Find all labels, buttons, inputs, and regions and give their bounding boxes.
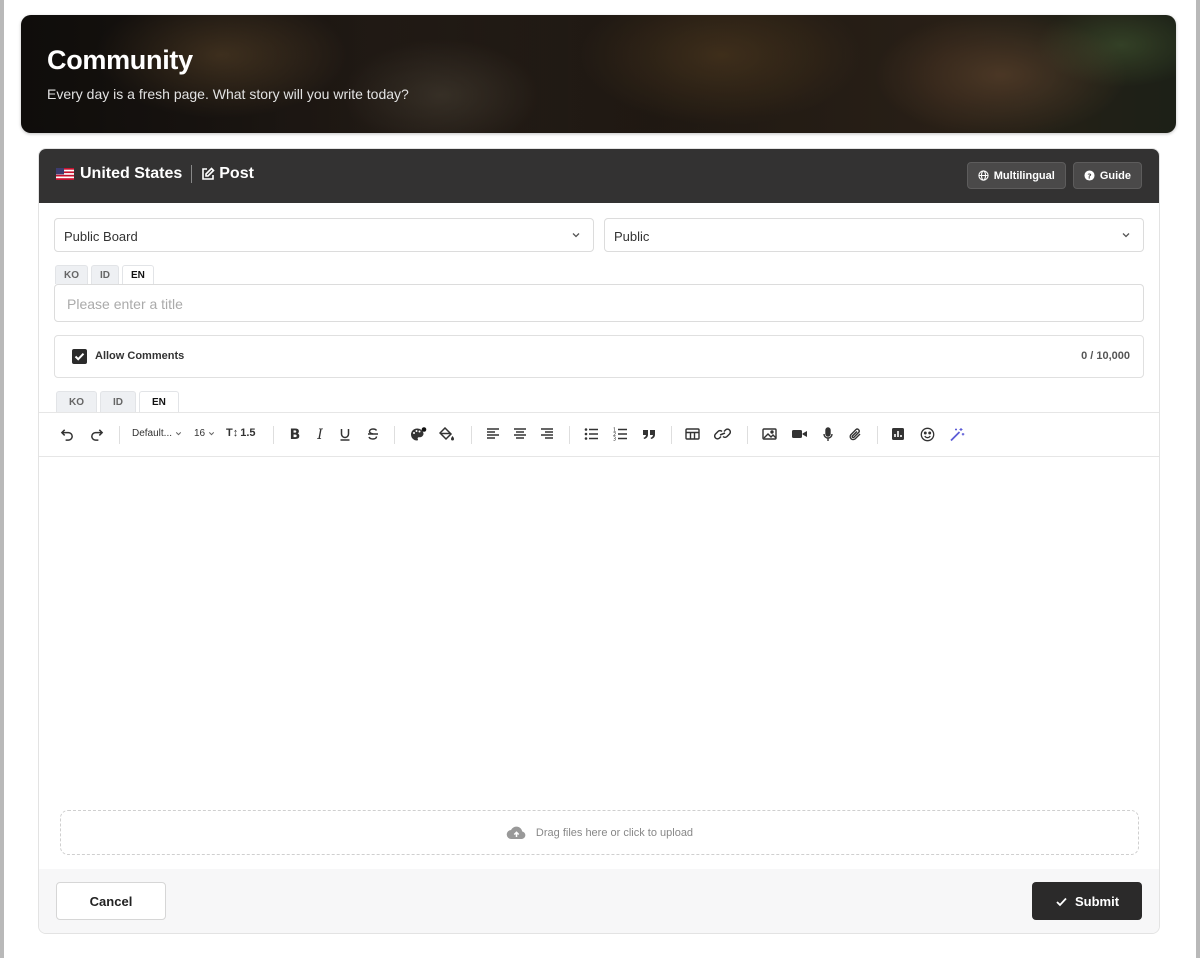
submit-button[interactable]: Submit xyxy=(1032,882,1142,920)
guide-button[interactable]: ? Guide xyxy=(1072,162,1142,189)
us-flag-icon xyxy=(56,168,74,180)
chevron-down-icon xyxy=(1120,229,1132,241)
file-upload-dropzone[interactable]: Drag files here or click to upload xyxy=(60,810,1139,855)
editor-tab-en[interactable]: EN xyxy=(139,391,179,412)
card-header: United States Post Multilingual ? Guide xyxy=(39,149,1159,203)
toolbar-divider xyxy=(273,426,274,444)
cloud-upload-icon xyxy=(506,825,527,840)
toolbar-divider xyxy=(119,426,120,444)
post-label: Post xyxy=(219,165,254,182)
undo-icon[interactable] xyxy=(60,427,75,442)
redo-icon[interactable] xyxy=(89,427,104,442)
chevron-down-icon xyxy=(570,229,582,241)
help-icon: ? xyxy=(1084,170,1095,181)
allow-comments-row: Allow Comments 0 / 10,000 xyxy=(54,335,1144,378)
line-height-icon: T↕ xyxy=(226,427,239,439)
cancel-button[interactable]: Cancel xyxy=(56,882,166,920)
chart-icon[interactable] xyxy=(891,427,905,441)
title-tab-ko[interactable]: KO xyxy=(55,265,88,284)
text-color-icon[interactable] xyxy=(410,427,427,442)
bullet-list-icon[interactable] xyxy=(584,427,599,441)
svg-text:3: 3 xyxy=(613,437,616,442)
align-left-icon[interactable] xyxy=(486,427,500,441)
visibility-select-value: Public xyxy=(614,229,650,244)
toolbar-divider xyxy=(671,426,672,444)
font-size-dropdown[interactable]: 16 xyxy=(194,428,216,439)
title-tab-en[interactable]: EN xyxy=(122,265,154,284)
video-icon[interactable] xyxy=(791,427,808,441)
microphone-icon[interactable] xyxy=(822,427,834,442)
cancel-label: Cancel xyxy=(89,893,133,909)
toolbar-divider xyxy=(569,426,570,444)
globe-icon xyxy=(978,170,989,181)
toolbar-divider xyxy=(471,426,472,444)
allow-comments-checkbox[interactable] xyxy=(72,349,87,364)
font-family-dropdown[interactable]: Default... xyxy=(132,428,183,439)
title-tab-id[interactable]: ID xyxy=(91,265,119,284)
numbered-list-icon[interactable]: 123 xyxy=(613,427,628,441)
editor-toolbar: Default... 16 T↕ 1.5 B I 1 2 3 xyxy=(39,412,1159,457)
italic-icon[interactable]: I xyxy=(313,427,327,441)
guide-label: Guide xyxy=(1099,169,1131,182)
board-select[interactable]: Public Board xyxy=(54,218,594,252)
check-icon xyxy=(1055,895,1068,908)
board-select-value: Public Board xyxy=(64,229,138,244)
line-height-control[interactable]: T↕ 1.5 xyxy=(226,427,256,439)
line-height-value: 1.5 xyxy=(240,427,256,439)
toolbar-divider xyxy=(747,426,748,444)
align-right-icon[interactable] xyxy=(540,427,554,441)
svg-text:B: B xyxy=(290,427,301,441)
align-center-icon[interactable] xyxy=(513,427,527,441)
attachment-icon[interactable] xyxy=(848,427,862,442)
image-icon[interactable] xyxy=(762,427,777,441)
svg-text:I: I xyxy=(316,427,323,441)
magic-wand-icon[interactable] xyxy=(949,427,965,442)
hero-title: Community xyxy=(47,45,193,75)
country-name: United States xyxy=(80,165,183,182)
edit-icon xyxy=(201,167,215,181)
table-icon[interactable] xyxy=(685,427,700,441)
svg-text:?: ? xyxy=(1087,171,1091,180)
editor-language-tabs: KO ID EN xyxy=(56,391,182,412)
title-placeholder: Please enter a title xyxy=(67,296,183,312)
emoji-icon[interactable] xyxy=(920,427,935,442)
multilingual-button[interactable]: Multilingual xyxy=(966,162,1066,189)
editor-tab-id[interactable]: ID xyxy=(100,391,136,412)
toolbar-divider xyxy=(394,426,395,444)
hero-subtitle: Every day is a fresh page. What story wi… xyxy=(47,86,409,102)
hero-banner: Community Every day is a fresh page. Wha… xyxy=(21,15,1176,133)
allow-comments-label: Allow Comments xyxy=(95,350,185,362)
bold-icon[interactable]: B xyxy=(288,427,302,441)
quote-icon[interactable] xyxy=(642,427,656,441)
dropzone-label: Drag files here or click to upload xyxy=(535,826,694,839)
page: Community Every day is a fresh page. Wha… xyxy=(4,0,1196,958)
visibility-select[interactable]: Public xyxy=(604,218,1144,252)
font-size-value: 16 xyxy=(194,428,206,439)
post-form-card: United States Post Multilingual ? Guide … xyxy=(38,148,1160,934)
editor-content-area[interactable] xyxy=(39,457,1159,809)
link-icon[interactable] xyxy=(714,427,731,441)
title-input[interactable]: Please enter a title xyxy=(54,284,1144,322)
chevron-down-icon xyxy=(175,432,182,436)
submit-label: Submit xyxy=(1074,893,1120,909)
underline-icon[interactable] xyxy=(338,427,352,441)
multilingual-label: Multilingual xyxy=(993,169,1055,182)
toolbar-divider xyxy=(877,426,878,444)
strikethrough-icon[interactable] xyxy=(366,427,380,441)
highlight-icon[interactable] xyxy=(439,427,456,442)
editor-tab-ko[interactable]: KO xyxy=(56,391,97,412)
header-divider xyxy=(191,165,193,183)
title-language-tabs: KO ID EN xyxy=(55,265,157,284)
chevron-down-icon xyxy=(209,432,215,436)
char-counter: 0 / 10,000 xyxy=(1081,350,1130,362)
form-footer: Cancel Submit xyxy=(39,869,1159,933)
font-family-value: Default... xyxy=(132,428,173,439)
